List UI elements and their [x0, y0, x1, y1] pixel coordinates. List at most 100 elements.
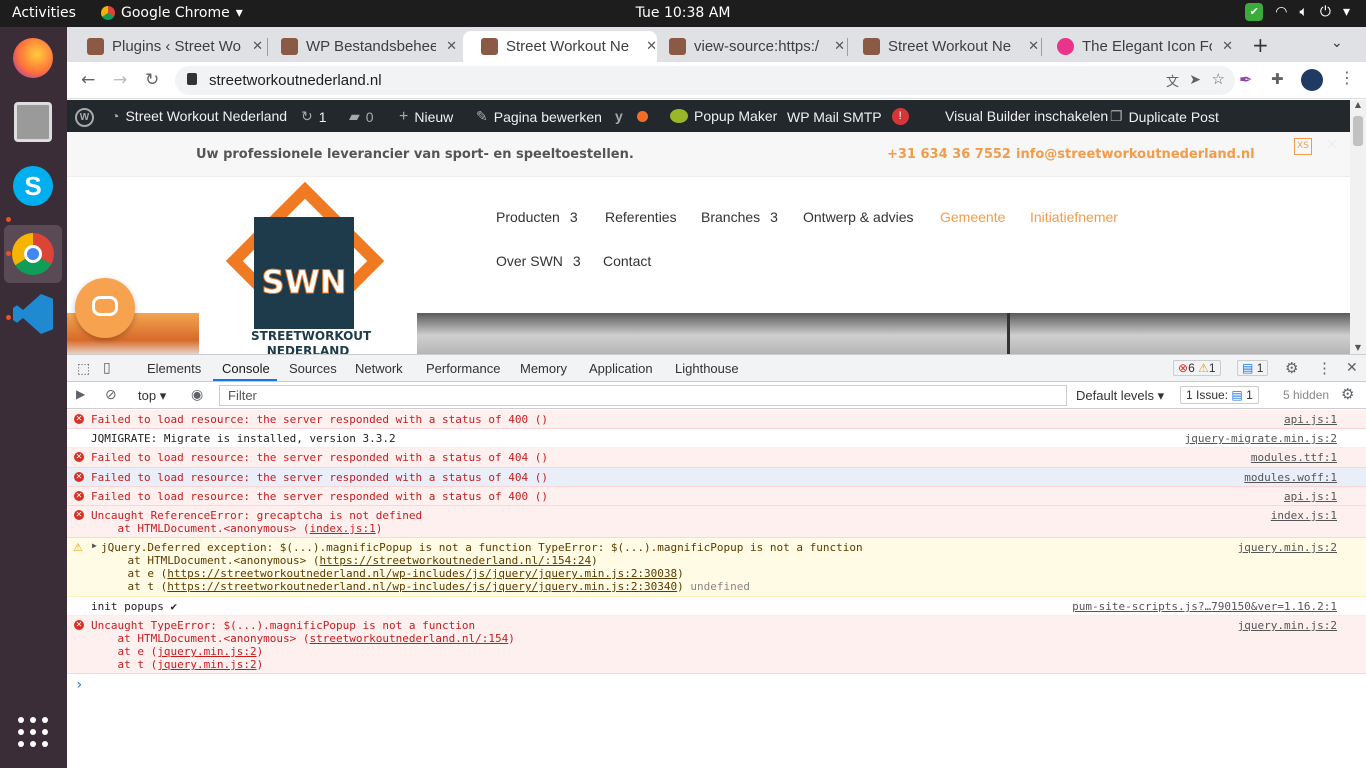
stack-link[interactable]: https://streetworkoutnederland.nl/wp-inc… — [167, 580, 677, 593]
scrollbar-thumb[interactable] — [1353, 116, 1363, 146]
scroll-up-icon[interactable]: ▲ — [1350, 100, 1366, 109]
devtools-tab-performance[interactable]: Performance — [426, 361, 500, 376]
console-source-link[interactable]: api.js:1 — [1284, 413, 1337, 426]
wp-new[interactable]: + Nieuw — [399, 108, 453, 126]
more-options-icon[interactable]: ⋮ — [1317, 359, 1332, 377]
console-message-error[interactable]: ✕ Failed to load resource: the server res… — [67, 468, 1366, 487]
nav-ontwerp[interactable]: Ontwerp & advies — [803, 209, 914, 225]
vscode-icon[interactable] — [10, 291, 56, 337]
issues-button[interactable]: 1 Issue: ▤ 1 — [1180, 386, 1259, 404]
console-message-error[interactable]: ✕ Failed to load resource: the server res… — [67, 448, 1366, 468]
devtools-tab-sources[interactable]: Sources — [289, 361, 337, 376]
yoast-menu[interactable]: y — [615, 108, 648, 124]
live-expression-eye-icon[interactable]: ◉ — [191, 386, 203, 403]
close-icon[interactable]: ✕ — [1222, 39, 1233, 54]
stack-link[interactable]: https://streetworkoutnederland.nl/wp-inc… — [167, 567, 677, 580]
devtools-tab-application[interactable]: Application — [589, 361, 653, 376]
activities-button[interactable]: Activities — [12, 5, 76, 21]
browser-tab[interactable]: WP Bestandsbehee ✕ — [263, 31, 457, 62]
stack-link[interactable]: index.js:1 — [310, 522, 376, 535]
show-apps-icon[interactable] — [10, 709, 56, 755]
console-source-link[interactable]: index.js:1 — [1271, 509, 1337, 522]
browser-tab[interactable]: Plugins ‹ Street Wo ✕ — [69, 31, 263, 62]
stack-link[interactable]: jquery.min.js:2 — [157, 658, 256, 671]
console-source-link[interactable]: jquery-migrate.min.js:2 — [1185, 432, 1337, 445]
duplicate-post-link[interactable]: ❐ Duplicate Post — [1110, 108, 1219, 125]
devtools-tab-elements[interactable]: Elements — [147, 361, 201, 376]
nav-producten[interactable]: Producten 3 — [496, 209, 578, 225]
reload-icon[interactable]: ↻ — [145, 70, 159, 90]
console-source-link[interactable]: jquery.min.js:2 — [1238, 619, 1337, 632]
message-counter[interactable]: ▤ 1 — [1237, 360, 1269, 376]
chat-button[interactable] — [75, 278, 135, 338]
devtools-tab-lighthouse[interactable]: Lighthouse — [675, 361, 739, 376]
phone-link[interactable]: +31 634 36 7552 — [887, 147, 1011, 162]
close-icon[interactable]: ✕ — [446, 39, 457, 54]
wp-site-link[interactable]: ◔ Street Workout Nederland — [111, 108, 287, 124]
console-source-link[interactable]: api.js:1 — [1284, 490, 1337, 503]
console-message-error[interactable]: ✕ Failed to load resource: the server res… — [67, 410, 1366, 429]
console-message-warning[interactable]: ⚠ ▶ jQuery.Deferred exception: $(...).magn… — [67, 538, 1366, 597]
console-source-link[interactable]: modules.ttf:1 — [1251, 451, 1337, 464]
profile-avatar[interactable] — [1301, 69, 1323, 91]
wp-popup-maker[interactable]: Popup Maker — [670, 108, 777, 124]
console-settings-gear-icon[interactable]: ⚙ — [1341, 385, 1354, 403]
console-message-error[interactable]: ✕ Uncaught ReferenceError: grecaptcha is … — [67, 506, 1366, 538]
wp-updates[interactable]: ↻ 1 — [301, 108, 327, 125]
console-prompt[interactable]: › — [75, 677, 83, 693]
console-message-log[interactable]: init popups ✔ pum-site-scripts.js?…790150… — [67, 597, 1366, 616]
wp-comments[interactable]: ▰ 0 — [349, 108, 374, 125]
browser-tab[interactable]: Street Workout Ne ✕ — [845, 31, 1039, 62]
console-filter-input[interactable]: Filter — [219, 385, 1067, 406]
nav-branches[interactable]: Branches 3 — [701, 209, 778, 225]
page-scrollbar[interactable]: ▲ ▼ — [1350, 100, 1366, 354]
new-tab-icon[interactable]: + — [1252, 33, 1269, 57]
scroll-down-icon[interactable]: ▼ — [1350, 343, 1366, 352]
console-source-link[interactable]: jquery.min.js:2 — [1238, 541, 1337, 554]
nav-over-swn[interactable]: Over SWN 3 — [496, 253, 581, 269]
nav-gemeente[interactable]: Gemeente — [940, 209, 1005, 225]
console-message-log[interactable]: JQMIGRATE: Migrate is installed, version… — [67, 429, 1366, 448]
firefox-icon[interactable] — [10, 35, 56, 81]
wp-edit-page[interactable]: ✎ Pagina bewerken — [476, 108, 602, 125]
sidebar-toggle-icon[interactable]: ▶︎ — [76, 387, 85, 401]
devtools-tab-memory[interactable]: Memory — [520, 361, 567, 376]
stack-link[interactable]: streetworkoutnederland.nl/:154 — [310, 632, 509, 645]
settings-gear-icon[interactable]: ⚙ — [1285, 359, 1298, 377]
inspect-element-icon[interactable]: ⬚ — [77, 360, 90, 377]
system-tray[interactable]: ✔ ◠ 🔈︎ ⏻ ▾ — [1245, 3, 1350, 21]
browser-tab[interactable]: The Elegant Icon Fo ✕ — [1039, 31, 1233, 62]
forward-icon[interactable]: → — [113, 70, 127, 90]
tab-search-icon[interactable]: ⌄ — [1331, 35, 1343, 51]
log-levels-dropdown[interactable]: Default levels ▾ — [1076, 388, 1164, 404]
app-menu[interactable]: Google Chrome ▾ — [101, 5, 243, 21]
context-selector[interactable]: top ▾ — [138, 388, 166, 404]
stack-link[interactable]: jquery.min.js:2 — [157, 645, 256, 658]
console-message-error[interactable]: ✕ Failed to load resource: the server res… — [67, 487, 1366, 506]
console-source-link[interactable]: pum-site-scripts.js?…790150&ver=1.16.2:1 — [1072, 600, 1337, 613]
close-icon[interactable]: ✕ — [1326, 137, 1338, 153]
nav-referenties[interactable]: Referenties — [605, 209, 677, 225]
nav-contact[interactable]: Contact — [603, 253, 651, 269]
devtools-tab-console[interactable]: Console — [222, 361, 270, 376]
skype-icon[interactable]: S — [10, 163, 56, 209]
wordpress-icon[interactable]: W — [75, 108, 94, 127]
site-logo[interactable]: SWN STREETWORKOUT NEDERLAND — [199, 177, 417, 354]
address-bar[interactable]: streetworkoutnederland.nl 文 ➤ ☆ — [175, 66, 1235, 95]
extensions-puzzle-icon[interactable]: ✚ — [1271, 70, 1284, 88]
browser-tab[interactable]: view-source:https:/ ✕ — [651, 31, 845, 62]
close-devtools-icon[interactable]: ✕ — [1346, 359, 1358, 376]
browser-tab-active[interactable]: Street Workout Ne ✕ — [463, 31, 657, 62]
expand-triangle-icon[interactable]: ▶ — [92, 541, 97, 550]
device-toolbar-icon[interactable]: ▯ — [103, 359, 111, 376]
files-icon[interactable] — [10, 99, 56, 145]
console-source-link[interactable]: modules.woff:1 — [1244, 471, 1337, 484]
menu-dots-icon[interactable]: ⋮ — [1339, 68, 1355, 87]
clear-console-icon[interactable]: ⊘ — [105, 386, 117, 403]
console-message-error[interactable]: ✕ Uncaught TypeError: $(...).magnificPopu… — [67, 616, 1366, 674]
chrome-dock-icon[interactable] — [4, 225, 62, 283]
visual-builder-link[interactable]: Visual Builder inschakelen — [945, 108, 1108, 124]
close-icon[interactable]: ✕ — [252, 39, 263, 54]
close-icon[interactable]: ✕ — [1028, 39, 1039, 54]
extension-feather-icon[interactable]: ✒ — [1239, 70, 1252, 89]
